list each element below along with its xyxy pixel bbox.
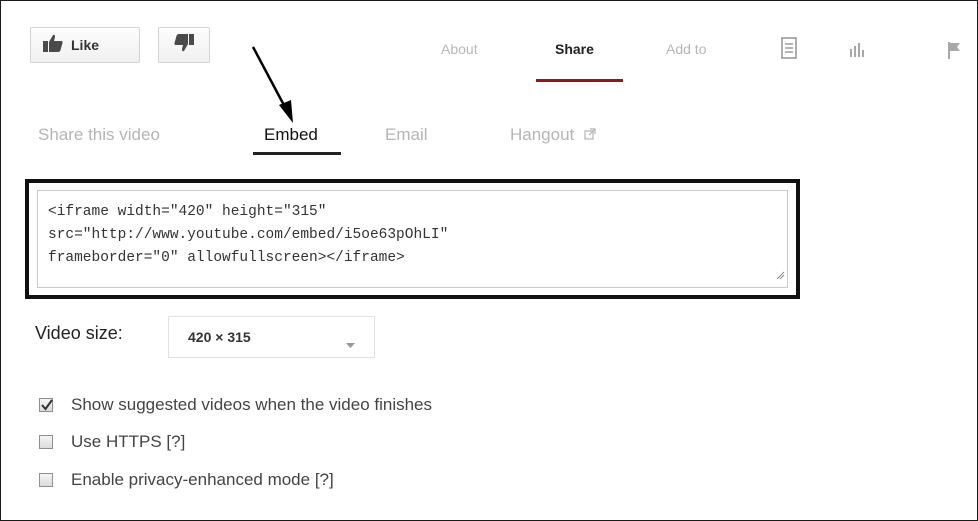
thumbs-down-icon [174, 33, 194, 57]
tab-about[interactable]: About [441, 41, 478, 57]
video-size-value: 420 × 315 [188, 329, 251, 345]
flag-icon[interactable] [947, 41, 961, 64]
pointer-arrow-icon [251, 46, 293, 123]
use-https-label: Use HTTPS [?] [71, 432, 186, 451]
option-privacy-enhanced[interactable]: Enable privacy-enhanced mode [?] [39, 470, 334, 490]
embed-code-text[interactable]: <iframe width="420" height="315" src="ht… [48, 201, 788, 270]
tab-email[interactable]: Email [385, 125, 428, 145]
stats-icon[interactable] [850, 43, 864, 62]
suggested-videos-label: Show suggested videos when the video fin… [71, 395, 433, 414]
tab-hangout-label: Hangout [510, 125, 575, 144]
embed-code-highlight: <iframe width="420" height="315" src="ht… [25, 179, 800, 299]
option-suggested-videos[interactable]: Show suggested videos when the video fin… [39, 395, 432, 415]
suggested-videos-checkbox[interactable] [39, 398, 53, 412]
like-button[interactable]: Like [30, 27, 140, 63]
option-use-https[interactable]: Use HTTPS [?] [39, 432, 185, 452]
transcript-icon[interactable] [781, 37, 797, 64]
thumbs-up-icon [43, 34, 63, 57]
video-size-select[interactable]: 420 × 315 [168, 316, 375, 358]
use-https-checkbox[interactable] [39, 435, 53, 449]
share-tab-underline [536, 79, 623, 82]
tab-embed[interactable]: Embed [264, 125, 318, 145]
tab-hangout[interactable]: Hangout [510, 125, 596, 145]
embed-code-textarea[interactable]: <iframe width="420" height="315" src="ht… [37, 190, 788, 288]
dislike-button[interactable] [158, 27, 210, 63]
video-size-label: Video size: [35, 323, 123, 343]
resize-grip-icon[interactable] [776, 267, 785, 285]
tab-share-this-video[interactable]: Share this video [38, 125, 160, 145]
privacy-enhanced-label: Enable privacy-enhanced mode [?] [71, 470, 334, 489]
embed-tab-underline [253, 152, 341, 155]
external-link-icon [584, 125, 596, 144]
share-panel: Like About Share Add to Share this video… [0, 0, 978, 521]
like-label: Like [71, 37, 100, 53]
chevron-down-icon [346, 335, 355, 353]
tab-share[interactable]: Share [555, 41, 594, 57]
privacy-enhanced-checkbox[interactable] [39, 473, 53, 487]
tab-add-to[interactable]: Add to [666, 41, 706, 57]
